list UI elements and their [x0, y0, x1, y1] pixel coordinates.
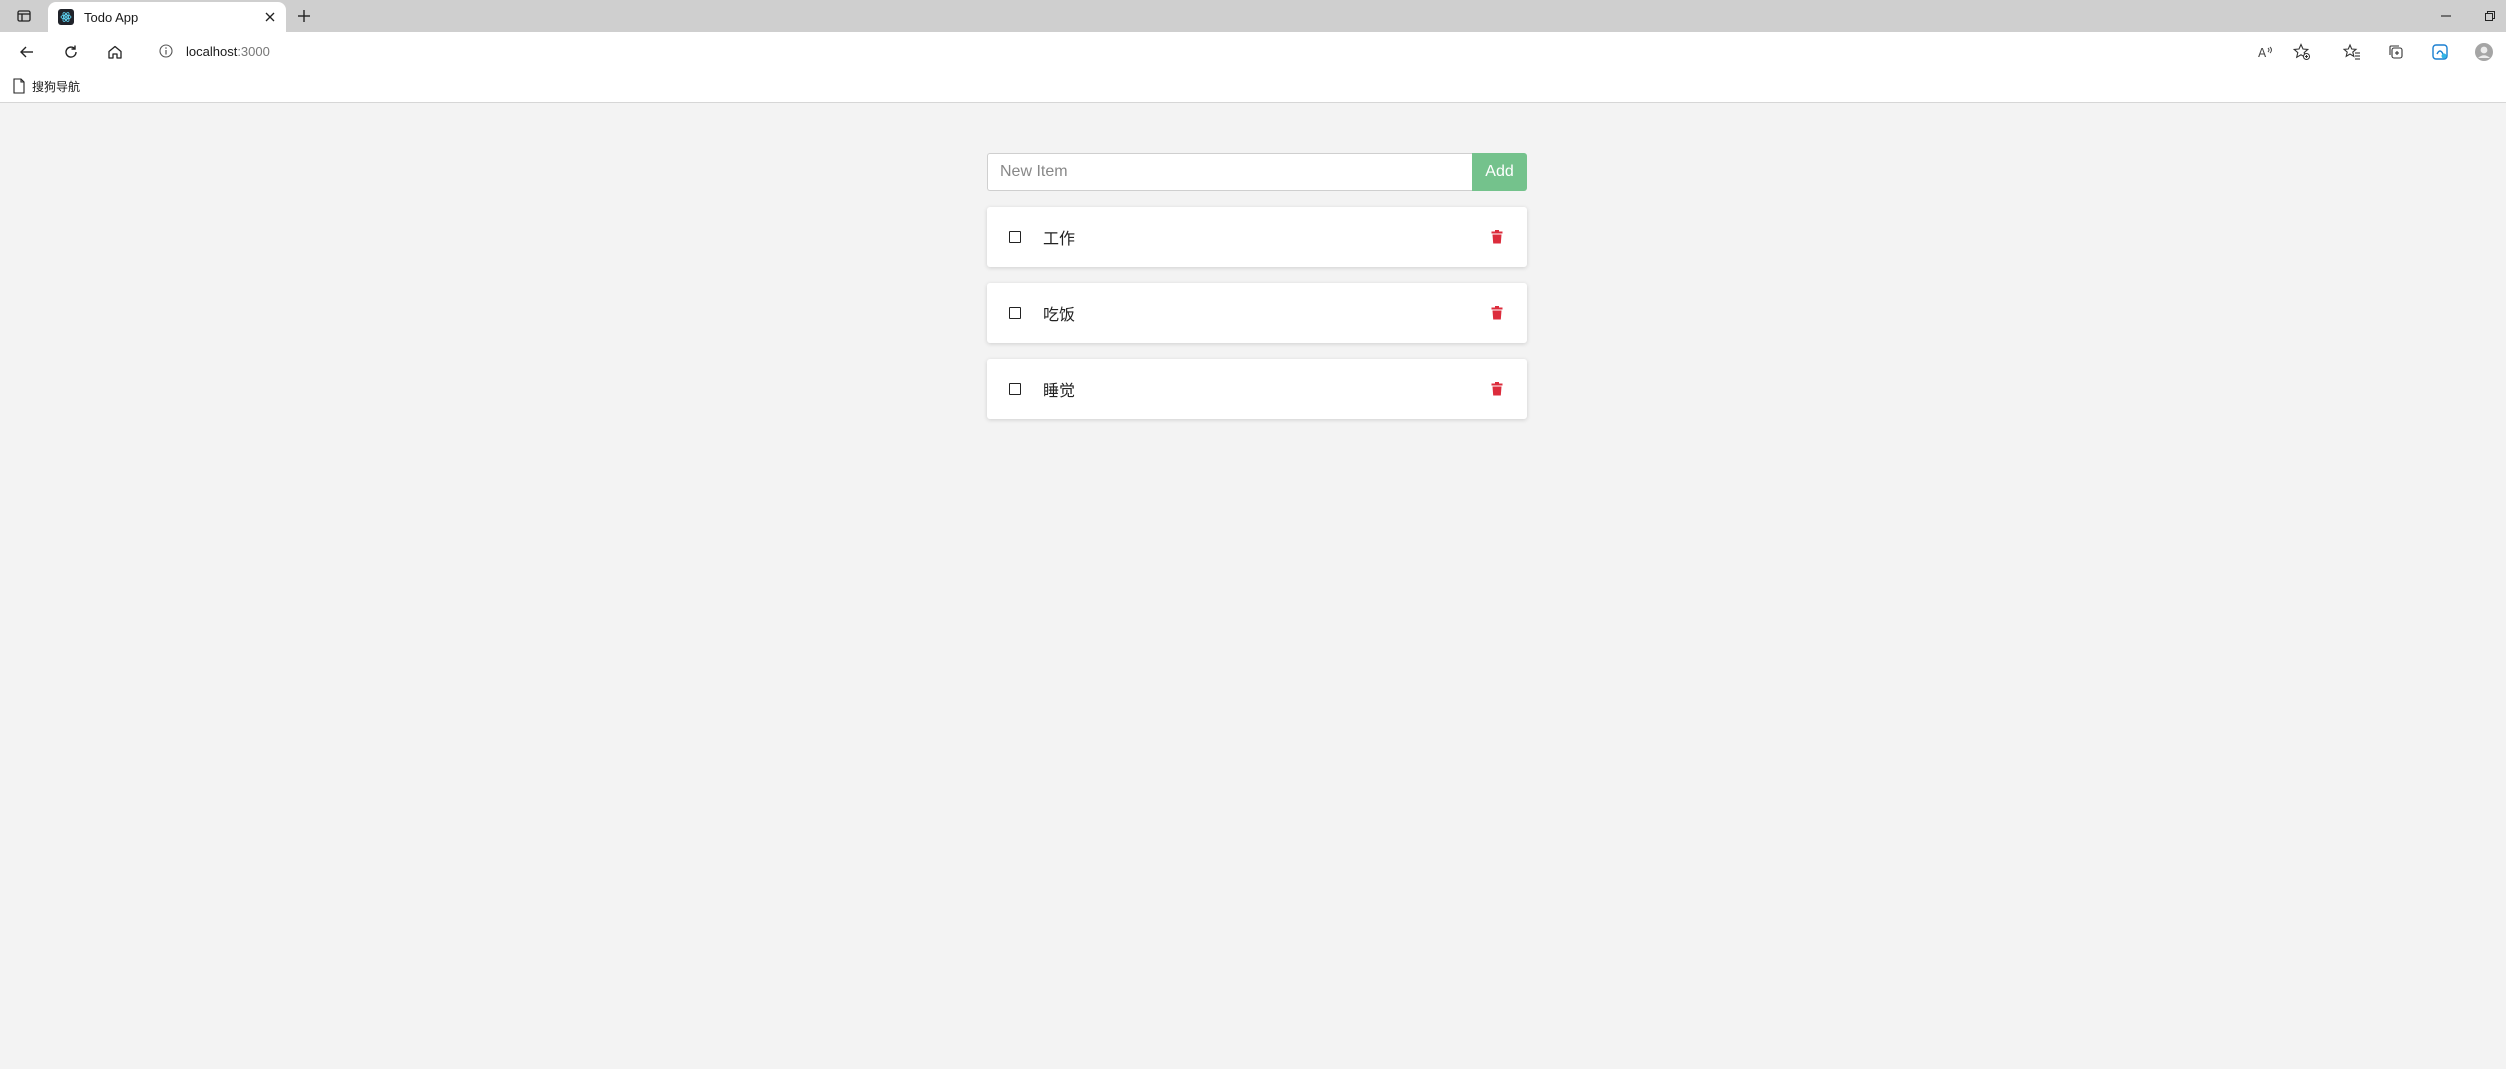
todo-checkbox[interactable] [1009, 231, 1021, 243]
tab-todo-app[interactable]: Todo App [48, 2, 286, 32]
site-info-icon[interactable] [158, 43, 174, 59]
new-item-input[interactable] [987, 153, 1472, 191]
tab-title: Todo App [84, 9, 139, 25]
add-item-form: Add [987, 153, 1527, 191]
react-logo-icon [58, 9, 74, 25]
add-favorite-icon[interactable] [2288, 38, 2316, 66]
url-text: localhost:3000 [186, 44, 270, 59]
browser-chrome: Todo App localhost:3000 A 搜狗导航 [0, 0, 2506, 103]
todo-app: Add 工作 吃饭 睡觉 [987, 153, 1527, 435]
bookmark-label: 搜狗导航 [32, 79, 81, 94]
favorites-icon[interactable] [2338, 38, 2366, 66]
profile-avatar-icon[interactable] [2470, 38, 2498, 66]
bookmark-item[interactable]: 搜狗导航 [12, 76, 80, 96]
home-icon[interactable] [101, 38, 129, 66]
trash-icon[interactable] [1487, 379, 1507, 399]
url-port: :3000 [237, 43, 270, 59]
back-icon[interactable] [13, 38, 41, 66]
address-bar[interactable]: localhost:3000 [146, 36, 2326, 66]
tab-actions-icon[interactable] [6, 4, 42, 28]
restore-window-icon[interactable] [2478, 4, 2502, 28]
trash-icon[interactable] [1487, 227, 1507, 247]
minimize-icon[interactable] [2434, 4, 2458, 28]
todo-item: 工作 [987, 207, 1527, 267]
todo-item: 吃饭 [987, 283, 1527, 343]
bookmarks-bar: 搜狗导航 [0, 70, 2506, 103]
add-button[interactable]: Add [1472, 153, 1527, 191]
trash-icon[interactable] [1487, 303, 1507, 323]
todo-checkbox[interactable] [1009, 383, 1021, 395]
todo-checkbox[interactable] [1009, 307, 1021, 319]
collections-icon[interactable] [2382, 38, 2410, 66]
copilot-icon[interactable] [2426, 38, 2454, 66]
close-tab-icon[interactable] [260, 7, 280, 27]
url-host: localhost [186, 43, 238, 59]
refresh-icon[interactable] [57, 38, 85, 66]
todo-item: 睡觉 [987, 359, 1527, 419]
todo-text: 工作 [1043, 231, 1076, 248]
read-aloud-icon[interactable]: A [2252, 38, 2280, 66]
todo-text: 吃饭 [1043, 307, 1076, 324]
browser-toolbar: localhost:3000 A [0, 32, 2506, 70]
todo-text: 睡觉 [1043, 383, 1076, 400]
new-tab-icon[interactable] [292, 4, 316, 28]
svg-text:A: A [2258, 46, 2267, 60]
tab-strip: Todo App [0, 0, 2506, 32]
todo-list: 工作 吃饭 睡觉 [987, 207, 1527, 419]
page-icon [13, 78, 25, 94]
